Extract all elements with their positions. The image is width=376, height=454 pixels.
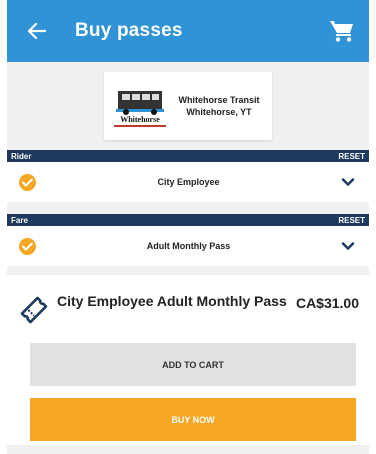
fare-reset-button[interactable]: RESET	[338, 216, 365, 225]
app-bar: Buy passes	[7, 0, 369, 62]
agency-card: Whitehorse Whitehorse Transit Whitehorse…	[104, 72, 272, 140]
rider-reset-button[interactable]: RESET	[338, 152, 365, 161]
agency-location: Whitehorse, YT	[186, 107, 252, 117]
pass-info: City Employee Adult Monthly Pass CA$31.0…	[7, 275, 369, 338]
fare-header: Fare RESET	[7, 214, 369, 226]
fare-label: Fare	[11, 215, 28, 225]
pass-price: CA$31.00	[295, 295, 359, 311]
agency-section: Whitehorse Whitehorse Transit Whitehorse…	[7, 62, 369, 150]
rider-value: City Employee	[157, 177, 220, 187]
check-icon	[19, 237, 36, 255]
agency-logo: Whitehorse	[110, 81, 170, 131]
cart-icon	[330, 21, 353, 42]
rider-label: Rider	[11, 151, 32, 161]
cart-button[interactable]	[329, 19, 355, 43]
page-title: Buy passes	[75, 20, 183, 41]
check-icon	[19, 173, 36, 191]
chevron-down-icon	[341, 178, 355, 186]
pass-card: City Employee Adult Monthly Pass CA$31.0…	[7, 275, 369, 445]
back-button[interactable]	[25, 19, 49, 43]
buy-now-button[interactable]: BUY NOW	[30, 398, 356, 441]
ticket-icon	[20, 296, 48, 324]
add-to-cart-button[interactable]: ADD TO CART	[30, 343, 356, 386]
fare-select[interactable]: Adult Monthly Pass	[7, 226, 369, 266]
agency-info: Whitehorse Transit Whitehorse, YT	[170, 94, 272, 118]
logo-wordmark: Whitehorse	[120, 115, 160, 124]
arrow-left-icon	[28, 23, 46, 39]
agency-name: Whitehorse Transit	[178, 95, 260, 105]
rider-header: Rider RESET	[7, 150, 369, 162]
pass-name: City Employee Adult Monthly Pass	[57, 293, 287, 309]
rider-select[interactable]: City Employee	[7, 162, 369, 202]
app-screen: Buy passes Whitehorse Whitehorse Transit…	[7, 0, 369, 454]
fare-value: Adult Monthly Pass	[146, 241, 231, 251]
chevron-down-icon	[341, 242, 355, 250]
